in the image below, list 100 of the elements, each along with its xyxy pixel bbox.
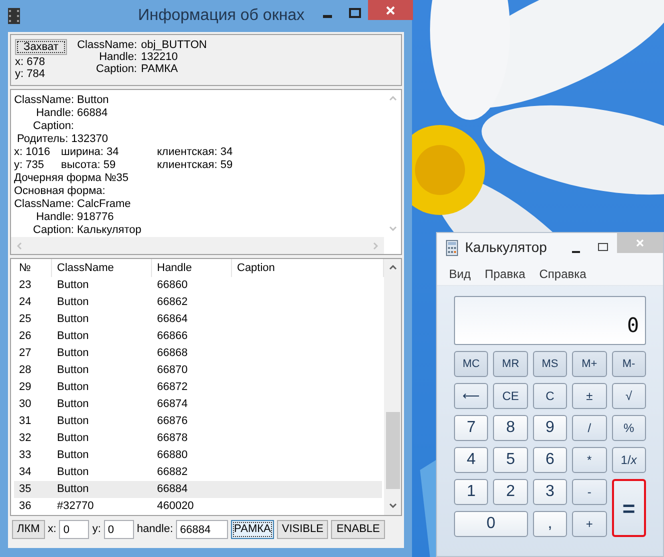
calculator-key[interactable]: , xyxy=(532,511,568,537)
field-value: 132210 xyxy=(141,51,178,63)
minimize-icon[interactable] xyxy=(572,251,580,253)
calculator-key[interactable]: MR xyxy=(493,351,528,377)
list-row[interactable]: 28 Button 66870 xyxy=(14,362,382,379)
calculator-key[interactable]: - xyxy=(572,479,607,505)
field-label: ClassName: xyxy=(76,39,137,51)
list-row[interactable]: 35 Button 66884 xyxy=(14,481,382,498)
calculator-key[interactable]: MS xyxy=(532,351,568,377)
list-row[interactable]: 27 Button 66868 xyxy=(14,345,382,362)
info-text: ширина: 34 xyxy=(61,146,120,159)
field-value: obj_BUTTON xyxy=(141,39,207,51)
info-text: y: 735 xyxy=(14,159,45,172)
calculator-key[interactable]: MC xyxy=(454,351,488,377)
cursor-y: y: 784 xyxy=(15,68,46,80)
horizontal-scrollbar[interactable] xyxy=(11,237,384,254)
list-row[interactable]: 31 Button 66876 xyxy=(14,413,382,430)
field-value: CalcFrame xyxy=(77,198,131,211)
calculator-key[interactable]: 9 xyxy=(532,415,568,441)
field-label: ClassName: xyxy=(14,198,74,211)
calculator-key[interactable]: 1 xyxy=(454,479,488,505)
field-label: Handle: xyxy=(35,211,74,224)
calculator-key[interactable]: 1/x xyxy=(612,447,646,473)
info-text: высота: 59 xyxy=(61,159,117,172)
list-row[interactable]: 32 Button 66878 xyxy=(14,430,382,447)
menu-item[interactable]: Правка xyxy=(478,264,532,282)
toolbar-button[interactable]: ENABLE xyxy=(331,520,385,539)
film-icon xyxy=(8,8,20,24)
info-text: x: 1016 xyxy=(14,146,52,159)
calculator-key[interactable]: C xyxy=(532,383,568,409)
cursor-x: x: 678 xyxy=(15,56,46,68)
field-value: Калькулятор xyxy=(77,224,142,237)
calculator-key[interactable]: ± xyxy=(572,383,607,409)
list-row[interactable]: 36 #32770 460020 xyxy=(14,498,382,515)
minimize-icon[interactable] xyxy=(323,15,332,18)
list-row[interactable]: 30 Button 66874 xyxy=(14,396,382,413)
capture-button[interactable]: Захват xyxy=(15,39,67,55)
info-text: клиентская: 34 xyxy=(157,146,233,159)
info-text: Основная форма: xyxy=(14,185,106,198)
close-icon xyxy=(636,239,644,247)
calculator-key[interactable]: 4 xyxy=(454,447,488,473)
scroll-right-icon[interactable] xyxy=(373,242,378,250)
display-value: 0 xyxy=(626,314,639,336)
column-header[interactable]: № xyxy=(11,259,52,277)
list-row[interactable]: 29 Button 66872 xyxy=(14,379,382,396)
list-row[interactable]: 24 Button 66862 xyxy=(14,294,382,311)
calculator-key[interactable]: CE xyxy=(493,383,528,409)
field-label: ClassName: xyxy=(14,94,74,107)
calculator-key[interactable]: ⟵ xyxy=(454,383,488,409)
field-label: x: xyxy=(48,522,56,538)
column-header[interactable]: Handle xyxy=(152,259,232,277)
input-field[interactable]: 0 xyxy=(104,520,134,539)
scroll-up-icon[interactable] xyxy=(388,265,396,270)
input-field[interactable]: 0 xyxy=(59,520,90,539)
vertical-scrollbar[interactable] xyxy=(384,259,401,515)
toolbar-button[interactable]: VISIBLE xyxy=(276,520,328,539)
calculator-key[interactable]: √ xyxy=(612,383,646,409)
close-button[interactable] xyxy=(368,0,413,20)
calculator-key[interactable]: M- xyxy=(612,351,646,377)
field-value: 66884 xyxy=(77,107,108,120)
calculator-key[interactable]: 5 xyxy=(493,447,528,473)
calculator-key[interactable]: / xyxy=(572,415,607,441)
scroll-left-icon[interactable] xyxy=(17,242,22,250)
menu-item[interactable]: Вид xyxy=(443,264,477,282)
list-row[interactable]: 26 Button 66866 xyxy=(14,328,382,345)
info-text: Родитель: 132370 xyxy=(16,133,108,146)
field-value: РАМКА xyxy=(141,63,178,75)
input-field[interactable]: 66884 xyxy=(176,520,228,539)
info-text: клиентская: 59 xyxy=(157,159,233,172)
list-row[interactable]: 33 Button 66880 xyxy=(14,447,382,464)
list-row[interactable]: 34 Button 66882 xyxy=(14,464,382,481)
calculator-key[interactable]: 6 xyxy=(532,447,568,473)
field-label: handle: xyxy=(136,522,174,538)
mouse-button[interactable]: ЛКМ xyxy=(12,520,45,539)
window-title: Информация об окнах xyxy=(138,6,305,26)
calculator-key[interactable]: 7 xyxy=(454,415,488,441)
scroll-thumb[interactable] xyxy=(386,412,400,489)
calculator-key[interactable]: 3 xyxy=(532,479,568,505)
calculator-key[interactable]: + xyxy=(572,511,607,537)
toolbar-button[interactable]: РАМКА xyxy=(231,520,274,539)
calculator-key[interactable]: 0 xyxy=(454,511,528,537)
maximize-icon[interactable] xyxy=(598,243,608,251)
menu-item[interactable]: Справка xyxy=(533,264,592,282)
field-label: Caption: xyxy=(32,224,74,237)
calculator-key[interactable]: 2 xyxy=(493,479,528,505)
scroll-down-icon[interactable] xyxy=(388,503,396,508)
field-value: Button xyxy=(77,94,109,107)
maximize-icon[interactable] xyxy=(349,8,361,18)
calculator-key[interactable]: % xyxy=(612,415,646,441)
list-row[interactable]: 23 Button 66860 xyxy=(14,277,382,294)
calculator-key[interactable]: 8 xyxy=(493,415,528,441)
field-value: 918776 xyxy=(77,211,114,224)
calculator-key[interactable]: = xyxy=(612,479,646,537)
field-label: Handle: xyxy=(35,107,74,120)
list-row[interactable]: 25 Button 66864 xyxy=(14,311,382,328)
calculator-key[interactable]: * xyxy=(572,447,607,473)
field-label: y: xyxy=(92,522,101,538)
calculator-key[interactable]: M+ xyxy=(572,351,607,377)
field-label: Caption: xyxy=(32,120,74,133)
column-header[interactable]: ClassName xyxy=(52,259,152,277)
